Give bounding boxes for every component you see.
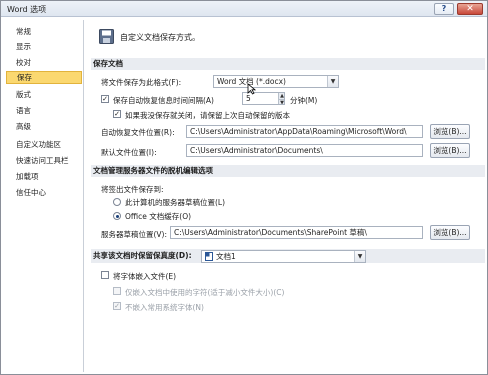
close-button[interactable]: ✕ (457, 3, 483, 15)
options-sidebar: 常规 显示 校对 保存 版式 语言 高级 自定义功能区 快速访问工具栏 加载项 … (4, 20, 84, 372)
no-common-fonts-label: 不嵌入常用系统字体(N) (125, 303, 204, 312)
server-drafts-location-input[interactable]: C:\Users\Administrator\Documents\SharePo… (170, 226, 423, 239)
embed-used-characters-label: 仅嵌入文档中使用的字符(适于减小文件大小)(C) (125, 288, 285, 297)
sidebar-item-proofing[interactable]: 校对 (6, 56, 82, 69)
section-header-save-documents: 保存文档 (91, 58, 485, 70)
default-location-input[interactable]: C:\Users\Administrator\Documents\ (186, 144, 423, 157)
no-common-fonts-checkbox[interactable]: ✓ (113, 302, 121, 310)
sidebar-item-advanced[interactable]: 高级 (6, 120, 82, 133)
section-header-offline-editing: 文档管理服务器文件的脱机编辑选项 (91, 165, 485, 177)
spin-down-icon[interactable]: ▼ (278, 99, 284, 104)
checkout-location-label: 将签出文件保存到: (101, 185, 164, 194)
embed-fonts-label: 将字体嵌入文件(E) (113, 272, 177, 281)
default-location-label: 默认文件位置(I): (101, 148, 157, 157)
autorecover-minutes-value: 5 (246, 94, 251, 103)
sidebar-item-customize-ribbon[interactable]: 自定义功能区 (6, 138, 82, 151)
sidebar-item-save[interactable]: 保存 (6, 71, 82, 84)
default-location-browse-button[interactable]: 浏览(B)... (430, 143, 470, 158)
page-description: 自定义文档保存方式。 (120, 33, 200, 42)
keep-last-version-checkbox[interactable]: ✓ (113, 110, 121, 118)
mouse-cursor-icon (247, 83, 256, 95)
autorecover-browse-button[interactable]: 浏览(B)... (430, 124, 470, 139)
sidebar-item-trust-center[interactable]: 信任中心 (6, 186, 82, 199)
sidebar-item-language[interactable]: 语言 (6, 104, 82, 117)
chevron-down-icon: ▼ (327, 76, 338, 87)
help-button[interactable]: ? (434, 3, 454, 15)
radio-office-cache-label: Office 文档缓存(O) (125, 212, 192, 221)
embed-fonts-checkbox[interactable] (101, 271, 109, 279)
fidelity-document-value: 文档1 (216, 252, 236, 261)
server-drafts-browse-button[interactable]: 浏览(B)... (430, 225, 470, 240)
autorecover-label: 保存自动恢复信息时间间隔(A) (113, 96, 214, 105)
chevron-down-icon: ▼ (354, 251, 365, 262)
save-format-select[interactable]: Word 文档 (*.docx) ▼ (213, 75, 339, 88)
save-format-label: 将文件保存为此格式(F): (101, 78, 182, 87)
autorecover-location-label: 自动恢复文件位置(R): (101, 128, 175, 137)
radio-office-cache[interactable] (113, 212, 121, 220)
sidebar-item-add-ins[interactable]: 加载项 (6, 170, 82, 183)
word-options-dialog: Word 选项 ? ✕ 常规 显示 校对 保存 版式 语言 高级 自定义功能区 … (0, 0, 488, 375)
minutes-label: 分钟(M) (290, 96, 318, 105)
server-drafts-location-label: 服务器草稿位置(V): (101, 230, 168, 239)
fidelity-document-select[interactable]: 文档1 ▼ (201, 250, 366, 263)
keep-last-version-label: 如果我没保存就关闭，请保留上次自动保留的版本 (125, 111, 290, 120)
autorecover-location-input[interactable]: C:\Users\Administrator\AppData\Roaming\M… (186, 125, 423, 138)
autorecover-checkbox[interactable]: ✓ (101, 95, 109, 103)
fidelity-label: 共享该文档时保留保真度(D): (93, 251, 192, 260)
save-options-panel: 自定义文档保存方式。 保存文档 将文件保存为此格式(F): Word 文档 (*… (87, 20, 485, 372)
sidebar-item-quick-access-toolbar[interactable]: 快速访问工具栏 (6, 154, 82, 167)
word-document-icon (205, 252, 213, 261)
sidebar-item-display[interactable]: 显示 (6, 40, 82, 53)
window-title: Word 选项 (7, 5, 47, 14)
embed-used-characters-checkbox[interactable] (113, 287, 121, 295)
floppy-disk-icon (99, 29, 114, 44)
radio-server-drafts[interactable] (113, 198, 121, 206)
sidebar-item-general[interactable]: 常规 (6, 25, 82, 38)
title-bar: Word 选项 ? ✕ (1, 1, 487, 17)
sidebar-item-layout[interactable]: 版式 (6, 88, 82, 101)
radio-server-drafts-label: 此计算机的服务器草稿位置(L) (125, 198, 226, 207)
